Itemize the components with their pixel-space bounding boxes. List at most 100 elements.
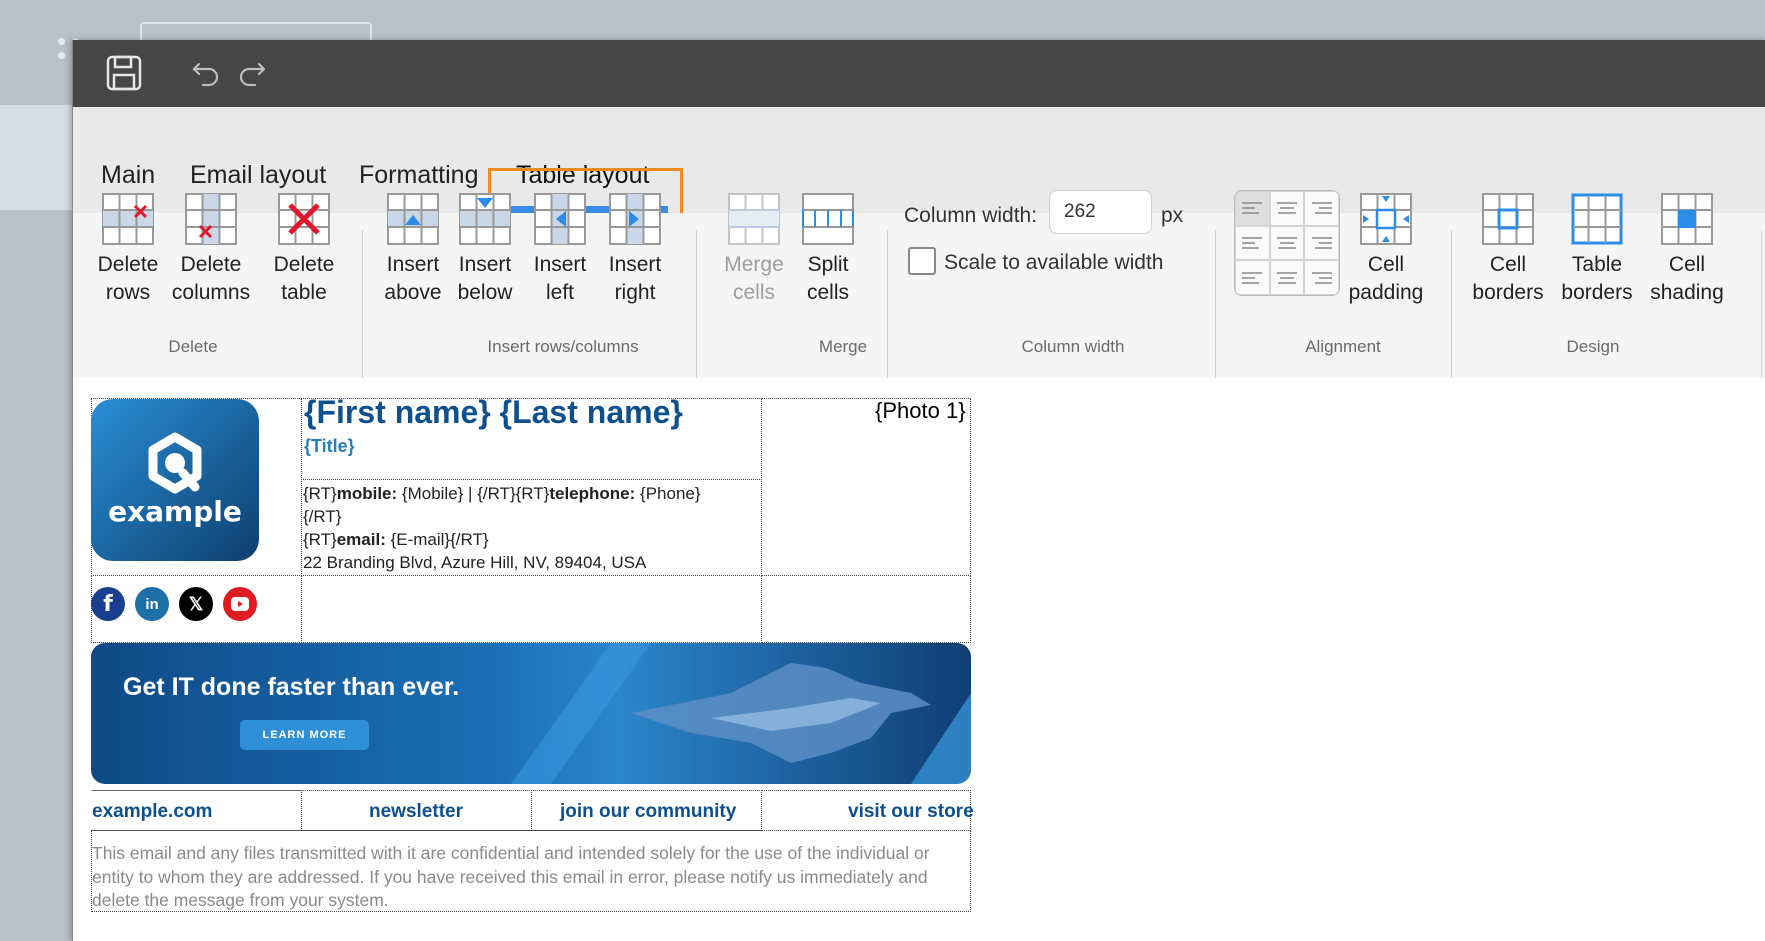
column-width-label: Column width: <box>904 204 1038 227</box>
align-top-left[interactable] <box>1235 191 1270 226</box>
email-value: {E-mail}{/RT} <box>385 530 489 549</box>
insert-above-label-1: Insert <box>386 253 440 276</box>
delete-columns-button[interactable]: Delete columns <box>168 193 254 307</box>
disclaimer-text[interactable]: This email and any files transmitted wit… <box>92 842 970 913</box>
rt-tag: {RT} <box>303 484 337 503</box>
delete-columns-label-2: columns <box>171 281 251 304</box>
link-store[interactable]: visit our store <box>848 801 974 823</box>
title-bar <box>73 40 1765 107</box>
cell-borders-label-2: borders <box>1472 281 1544 304</box>
promo-banner[interactable]: Get IT done faster than ever. LEARN MORE <box>91 643 971 784</box>
banner-headline: Get IT done faster than ever. <box>123 673 459 702</box>
insert-right-button[interactable]: Insert right <box>597 193 673 307</box>
split-cells-button[interactable]: Split cells <box>790 193 866 307</box>
ribbon-separator <box>696 230 697 395</box>
merge-cells-icon <box>728 193 780 245</box>
cell-borders-button[interactable]: Cell borders <box>1466 193 1550 307</box>
background-panel <box>0 105 72 210</box>
signature-title[interactable]: {Title} <box>304 436 355 457</box>
align-middle-right[interactable] <box>1304 225 1339 261</box>
delete-rows-button[interactable]: Delete rows <box>90 193 166 307</box>
signature-contact[interactable]: {RT}mobile: {Mobile} | {/RT}{RT}telephon… <box>303 482 758 574</box>
delete-table-label-2: table <box>281 281 327 304</box>
cell-padding-button[interactable]: Cell padding <box>1343 193 1429 307</box>
cell-shading-label-1: Cell <box>1668 253 1706 276</box>
learn-more-button[interactable]: LEARN MORE <box>240 720 369 750</box>
delete-columns-label-1: Delete <box>180 253 242 276</box>
table-cell[interactable] <box>761 575 971 643</box>
align-middle-center[interactable] <box>1269 225 1305 261</box>
table-cell[interactable] <box>301 575 762 643</box>
insert-above-icon <box>387 193 439 245</box>
ribbon-separator <box>1451 230 1452 395</box>
insert-right-label-2: right <box>614 281 656 304</box>
ribbon-separator <box>1761 230 1762 395</box>
insert-below-button[interactable]: Insert below <box>447 193 523 307</box>
insert-right-icon <box>609 193 661 245</box>
table-borders-label-2: borders <box>1561 281 1633 304</box>
merge-cells-button[interactable]: Merge cells <box>716 193 792 307</box>
rt-end-tag: {/RT} <box>303 507 342 526</box>
tab-email-layout[interactable]: Email layout <box>190 161 326 197</box>
insert-above-button[interactable]: Insert above <box>371 193 455 307</box>
link-website[interactable]: example.com <box>92 801 212 823</box>
design-group-label: Design <box>1566 337 1620 356</box>
delete-table-label-1: Delete <box>273 253 335 276</box>
cell-shading-button[interactable]: Cell shading <box>1645 193 1729 307</box>
cell-padding-icon <box>1360 193 1412 245</box>
insert-below-label-2: below <box>457 281 513 304</box>
ribbon-separator <box>887 230 888 395</box>
split-cells-label-2: cells <box>806 281 849 304</box>
link-newsletter[interactable]: newsletter <box>369 801 463 823</box>
align-top-right[interactable] <box>1304 191 1339 226</box>
delete-table-button[interactable]: Delete table <box>266 193 342 307</box>
youtube-icon[interactable] <box>223 587 257 621</box>
ribbon-separator <box>362 230 363 395</box>
rt-tag: {RT} <box>303 530 337 549</box>
telephone-value: {Phone} <box>635 484 701 503</box>
split-cells-icon <box>802 193 854 245</box>
table-borders-icon <box>1571 193 1623 245</box>
alignment-group-label: Alignment <box>1305 337 1381 356</box>
insert-below-label-1: Insert <box>458 253 512 276</box>
table-cell[interactable] <box>761 398 971 576</box>
banner-headline-bold: IT <box>171 673 194 701</box>
cell-shading-label-2: shading <box>1650 281 1724 304</box>
insert-group-label: Insert rows/columns <box>487 337 639 356</box>
save-icon[interactable] <box>103 52 145 94</box>
merge-cells-label-1: Merge <box>724 253 784 276</box>
align-bottom-right[interactable] <box>1304 260 1339 295</box>
scale-checkbox-label: Scale to available width <box>944 251 1164 274</box>
banner-headline-part: Get <box>123 673 172 701</box>
delete-columns-icon <box>185 193 237 245</box>
undo-icon[interactable] <box>185 52 227 94</box>
table-borders-button[interactable]: Table borders <box>1555 193 1639 307</box>
insert-below-icon <box>459 193 511 245</box>
redo-icon[interactable] <box>231 52 273 94</box>
cell-borders-label-1: Cell <box>1489 253 1527 276</box>
cell-borders-icon <box>1482 193 1534 245</box>
x-icon[interactable]: 𝕏 <box>179 587 213 621</box>
scale-checkbox[interactable] <box>908 247 936 275</box>
facebook-icon[interactable]: f <box>91 587 125 621</box>
tab-main[interactable]: Main <box>101 161 155 197</box>
align-top-center[interactable] <box>1269 191 1305 226</box>
cell-padding-label-1: Cell <box>1367 253 1405 276</box>
alignment-grid <box>1234 190 1340 296</box>
tab-formatting[interactable]: Formatting <box>359 161 478 197</box>
photo-placeholder[interactable]: {Photo 1} <box>875 398 966 424</box>
banner-jet-icon <box>511 643 971 784</box>
company-logo: example <box>91 399 259 561</box>
insert-left-button[interactable]: Insert left <box>522 193 598 307</box>
align-middle-left[interactable] <box>1235 225 1270 261</box>
align-bottom-center[interactable] <box>1269 260 1305 295</box>
cell-padding-label-2: padding <box>1348 281 1424 304</box>
column-width-input[interactable] <box>1049 190 1152 234</box>
mobile-label: mobile: <box>336 484 398 503</box>
delete-rows-label-1: Delete <box>97 253 159 276</box>
link-community[interactable]: join our community <box>560 801 736 823</box>
signature-name[interactable]: {First name} {Last name} <box>304 394 683 431</box>
align-bottom-left[interactable] <box>1235 260 1270 295</box>
banner-headline-part: done faster than ever. <box>193 673 460 701</box>
linkedin-icon[interactable]: in <box>135 587 169 621</box>
